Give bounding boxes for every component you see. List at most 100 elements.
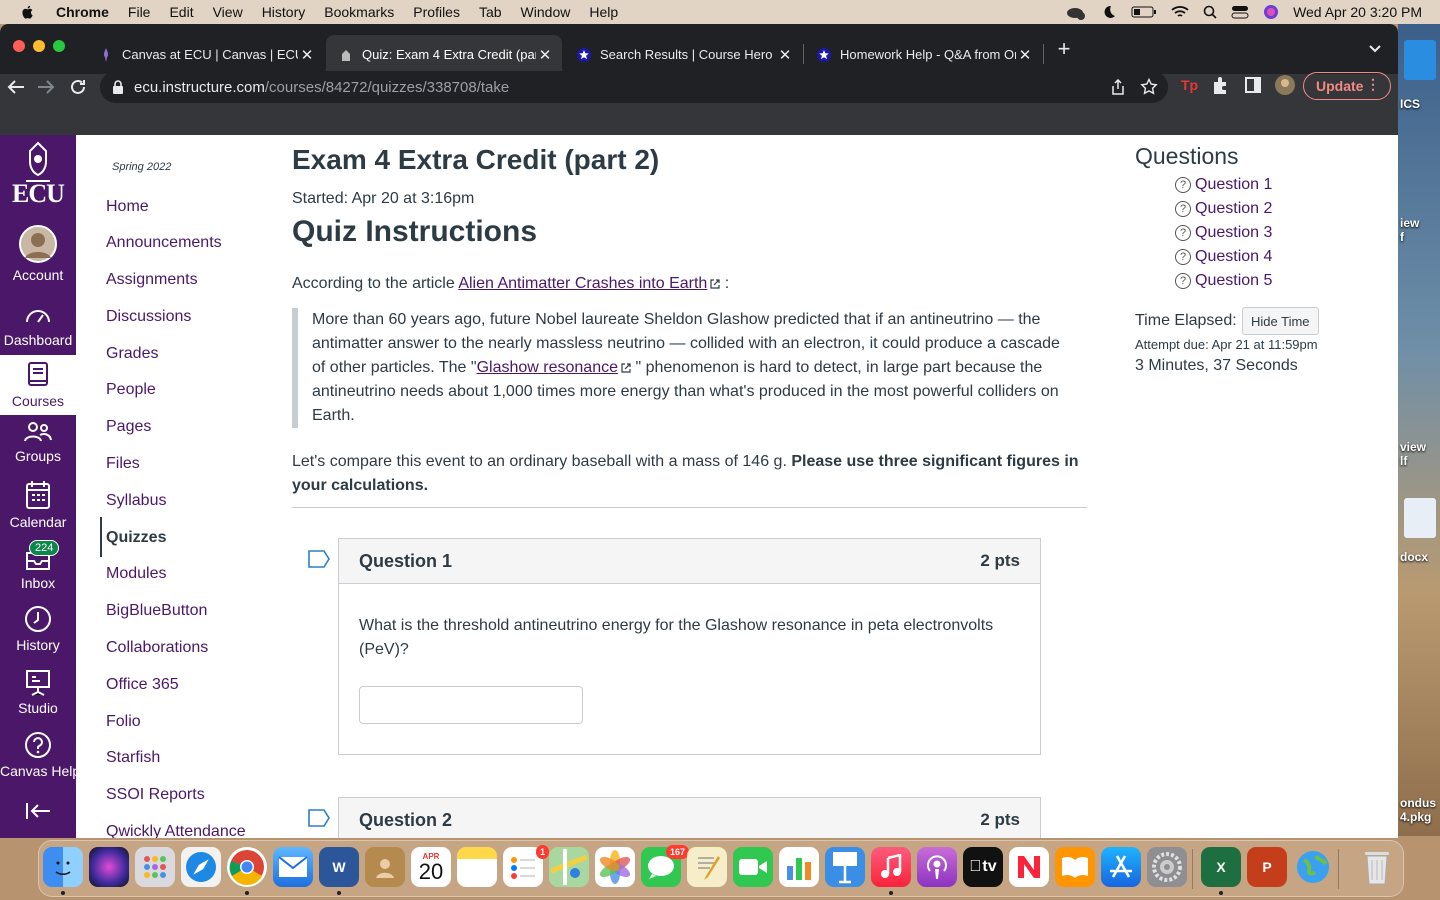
nav-history[interactable]: History [0, 605, 76, 653]
course-nav-ssoi-reports[interactable]: SSOI Reports [106, 786, 205, 804]
lock-icon[interactable] [112, 80, 124, 94]
forward-arrow-icon[interactable] [34, 76, 58, 98]
desktop-icon-label[interactable]: view lf [1400, 440, 1426, 468]
messages-icon[interactable]: 167 [641, 845, 689, 887]
course-nav-office-365[interactable]: Office 365 [106, 676, 179, 694]
nav-studio[interactable]: Studio [0, 668, 76, 716]
menu-bookmarks[interactable]: Bookmarks [324, 4, 394, 20]
nav-dashboard[interactable]: Dashboard [0, 302, 76, 348]
facetime-icon[interactable] [733, 847, 773, 887]
menu-view[interactable]: View [213, 4, 243, 20]
nav-account[interactable]: Account [0, 225, 76, 283]
photos-icon[interactable] [595, 847, 635, 887]
course-nav-announcements[interactable]: Announcements [106, 234, 222, 252]
contacts-icon[interactable] [365, 847, 405, 887]
sidebar-question-link[interactable]: ? Question 1 [1175, 176, 1272, 194]
close-tab-icon[interactable]: ✕ [298, 46, 316, 64]
microsoft-powerpoint-icon[interactable]: P [1247, 847, 1287, 887]
nav-canvas-help[interactable]: Canvas Help [0, 731, 80, 779]
menu-profiles[interactable]: Profiles [413, 4, 460, 20]
launchpad-icon[interactable] [135, 847, 175, 887]
microsoft-word-icon[interactable]: W [319, 847, 359, 887]
finder-icon[interactable] [43, 847, 83, 887]
update-button[interactable]: Update ⋮ [1303, 72, 1391, 100]
app-store-icon[interactable] [1101, 847, 1141, 887]
podcasts-icon[interactable] [917, 847, 957, 887]
desktop-file-icon[interactable] [1404, 40, 1436, 80]
textedit-icon[interactable] [687, 847, 727, 887]
extensions-puzzle-icon[interactable] [1210, 74, 1232, 96]
menu-history[interactable]: History [262, 4, 306, 20]
zoom-window-button[interactable] [53, 40, 65, 52]
menu-edit[interactable]: Edit [169, 4, 193, 20]
course-nav-modules[interactable]: Modules [106, 565, 166, 583]
spotlight-search-icon[interactable] [1203, 5, 1217, 19]
course-nav-qwickly-attendance[interactable]: Qwickly Attendance [106, 823, 246, 838]
course-nav-folio[interactable]: Folio [106, 713, 141, 731]
course-nav-discussions[interactable]: Discussions [106, 308, 191, 326]
address-bar[interactable]: ecu.instructure.com/courses/84272/quizze… [100, 71, 1168, 103]
course-nav-syllabus[interactable]: Syllabus [106, 492, 166, 510]
menu-window[interactable]: Window [521, 4, 571, 20]
browser-tab[interactable]: Canvas at ECU | Canvas | ECU ✕ [86, 35, 324, 74]
course-nav-files[interactable]: Files [106, 455, 140, 473]
chrome-icon[interactable] [227, 847, 267, 887]
menu-tab[interactable]: Tab [479, 4, 502, 20]
course-nav-collaborations[interactable]: Collaborations [106, 639, 208, 657]
trash-icon[interactable] [1357, 847, 1397, 887]
numbers-icon[interactable] [779, 847, 819, 887]
system-preferences-icon[interactable] [1147, 847, 1187, 887]
maps-icon[interactable] [549, 847, 589, 887]
menu-file[interactable]: File [128, 4, 151, 20]
reminders-icon[interactable]: 1 [503, 845, 549, 887]
course-nav-pages[interactable]: Pages [106, 418, 151, 436]
course-nav-home[interactable]: Home [106, 198, 149, 216]
menubar-clock[interactable]: Wed Apr 20 3:20 PM [1293, 4, 1422, 20]
extension-tp-icon[interactable]: Tp [1178, 74, 1200, 96]
nav-groups[interactable]: Groups [0, 420, 76, 464]
desktop-icon-label[interactable]: ICS [1400, 97, 1420, 111]
course-nav-assignments[interactable]: Assignments [106, 271, 198, 289]
ecu-logo[interactable]: ECU [0, 141, 76, 209]
back-arrow-icon[interactable] [4, 76, 28, 98]
profile-avatar[interactable] [1274, 74, 1296, 96]
flag-question-icon[interactable] [308, 550, 330, 568]
tab-search-chevron-icon[interactable] [1368, 41, 1382, 57]
nav-calendar[interactable]: Calendar [0, 480, 76, 530]
glashow-resonance-link[interactable]: Glashow resonance [477, 359, 618, 376]
sidebar-question-link[interactable]: ? Question 3 [1175, 224, 1272, 242]
course-nav-grades[interactable]: Grades [106, 345, 158, 363]
mail-icon[interactable] [273, 847, 313, 887]
answer-input[interactable] [359, 686, 583, 724]
course-nav-quizzes[interactable]: Quizzes [106, 529, 166, 547]
sidebar-question-link[interactable]: ? Question 5 [1175, 272, 1272, 290]
course-nav-starfish[interactable]: Starfish [106, 749, 160, 767]
menu-app-name[interactable]: Chrome [56, 4, 109, 20]
browser-tab[interactable]: Homework Help - Q&A from Or ✕ [804, 35, 1042, 74]
sidebar-question-link[interactable]: ? Question 4 [1175, 248, 1272, 266]
desktop-icon-label[interactable]: docx [1400, 550, 1428, 564]
flag-question-icon[interactable] [308, 809, 330, 827]
new-tab-plus-icon[interactable]: + [1054, 38, 1074, 60]
collapse-nav-button[interactable] [0, 801, 76, 825]
sidebar-question-link[interactable]: ? Question 2 [1175, 200, 1272, 218]
desktop-icon-label[interactable]: iew f [1400, 216, 1419, 244]
battery-icon[interactable] [1131, 5, 1157, 19]
control-center-icon[interactable] [1231, 5, 1249, 19]
course-nav-bigbluebutton[interactable]: BigBlueButton [106, 602, 207, 620]
siri-app-icon[interactable] [89, 847, 129, 887]
desktop-file-icon[interactable] [1404, 498, 1436, 538]
minimize-window-button[interactable] [33, 40, 45, 52]
menu-help[interactable]: Help [589, 4, 618, 20]
apple-tv-icon[interactable]: tv [963, 847, 1003, 887]
microsoft-excel-icon[interactable]: X [1201, 847, 1241, 887]
news-icon[interactable] [1009, 847, 1049, 887]
music-icon[interactable] [871, 847, 911, 887]
close-tab-icon[interactable]: ✕ [776, 46, 794, 64]
calendar-app-icon[interactable]: APR 20 [411, 847, 451, 887]
article-link[interactable]: Alien Antimatter Crashes into Earth [458, 275, 707, 292]
apple-icon[interactable] [20, 4, 36, 20]
notes-icon[interactable] [457, 847, 497, 887]
reload-icon[interactable] [66, 76, 90, 98]
close-window-button[interactable] [13, 40, 25, 52]
